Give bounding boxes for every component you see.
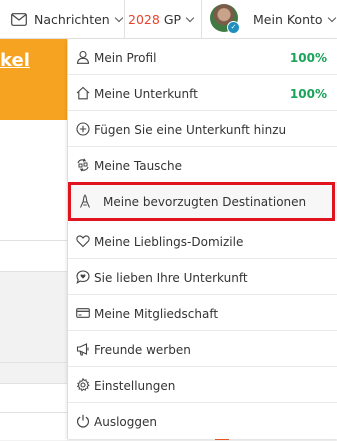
card-icon xyxy=(76,306,90,320)
divider xyxy=(0,412,68,413)
account-dropdown-menu: Mein Profil 100% Meine Unterkunft 100% F… xyxy=(67,39,337,439)
highlight-box xyxy=(68,182,335,221)
menu-item-my-home[interactable]: Meine Unterkunft 100% xyxy=(68,75,337,111)
menu-item-logout[interactable]: Ausloggen xyxy=(68,403,337,439)
menu-item-label: Meine Unterkunft xyxy=(94,87,198,101)
chevron-down-icon xyxy=(114,13,123,22)
menu-item-favorite-homes[interactable]: Meine Lieblings-Domizile xyxy=(68,223,337,259)
chat-heart-icon xyxy=(76,270,90,284)
top-navigation-bar: Nachrichten 2028 GP ✓ Mein Konto xyxy=(0,0,337,39)
user-icon xyxy=(76,50,90,64)
menu-item-add-home[interactable]: Fügen Sie eine Unterkunft hinzu xyxy=(68,111,337,147)
heart-icon xyxy=(76,234,90,248)
menu-item-love-your-home[interactable]: Sie lieben Ihre Unterkunft xyxy=(68,259,337,295)
content-panel xyxy=(0,120,68,240)
gp-value: 2028 xyxy=(128,11,160,27)
menu-item-exchanges[interactable]: Meine Tausche xyxy=(68,147,337,183)
megaphone-icon xyxy=(76,342,90,356)
home-icon xyxy=(76,86,90,100)
chevron-down-icon xyxy=(327,13,336,22)
divider xyxy=(201,0,202,38)
menu-item-settings[interactable]: Einstellungen xyxy=(68,367,337,403)
gp-unit: GP xyxy=(163,11,182,27)
envelope-icon xyxy=(11,12,27,26)
power-icon xyxy=(76,414,90,428)
exchange-icon xyxy=(76,158,90,172)
menu-item-refer-friends[interactable]: Freunde werben xyxy=(68,331,337,367)
menu-item-label: Ausloggen xyxy=(94,415,157,429)
divider xyxy=(0,362,68,363)
divider xyxy=(0,383,68,384)
completion-percent: 100% xyxy=(289,51,327,65)
menu-item-membership[interactable]: Meine Mitgliedschaft xyxy=(68,295,337,331)
messages-menu[interactable]: Nachrichten xyxy=(11,0,123,38)
avatar[interactable]: ✓ xyxy=(210,4,240,34)
content-panel xyxy=(0,241,68,271)
menu-item-label: Freunde werben xyxy=(94,343,191,357)
menu-item-label: Meine Mitgliedschaft xyxy=(94,307,219,321)
menu-item-profile[interactable]: Mein Profil 100% xyxy=(68,39,337,75)
verified-check-icon: ✓ xyxy=(227,21,240,34)
menu-item-label: Meine Lieblings-Domizile xyxy=(94,235,244,249)
account-menu[interactable]: Mein Konto xyxy=(253,0,336,38)
menu-item-label: Sie lieben Ihre Unterkunft xyxy=(94,271,248,285)
menu-item-label: Mein Profil xyxy=(94,51,157,65)
messages-label: Nachrichten xyxy=(34,11,110,27)
completion-percent: 100% xyxy=(289,87,327,101)
menu-item-label: Meine Tausche xyxy=(94,159,183,173)
guest-points-menu[interactable]: 2028 GP xyxy=(128,0,195,38)
divider xyxy=(124,0,125,38)
banner-link[interactable]: kel xyxy=(0,50,30,71)
plus-circle-icon xyxy=(76,122,90,136)
gear-icon xyxy=(76,378,90,392)
menu-item-label: Einstellungen xyxy=(94,379,176,393)
account-label: Mein Konto xyxy=(253,11,323,27)
chevron-down-icon xyxy=(185,13,195,22)
divider xyxy=(0,271,68,272)
menu-item-label: Fügen Sie eine Unterkunft hinzu xyxy=(94,123,287,137)
